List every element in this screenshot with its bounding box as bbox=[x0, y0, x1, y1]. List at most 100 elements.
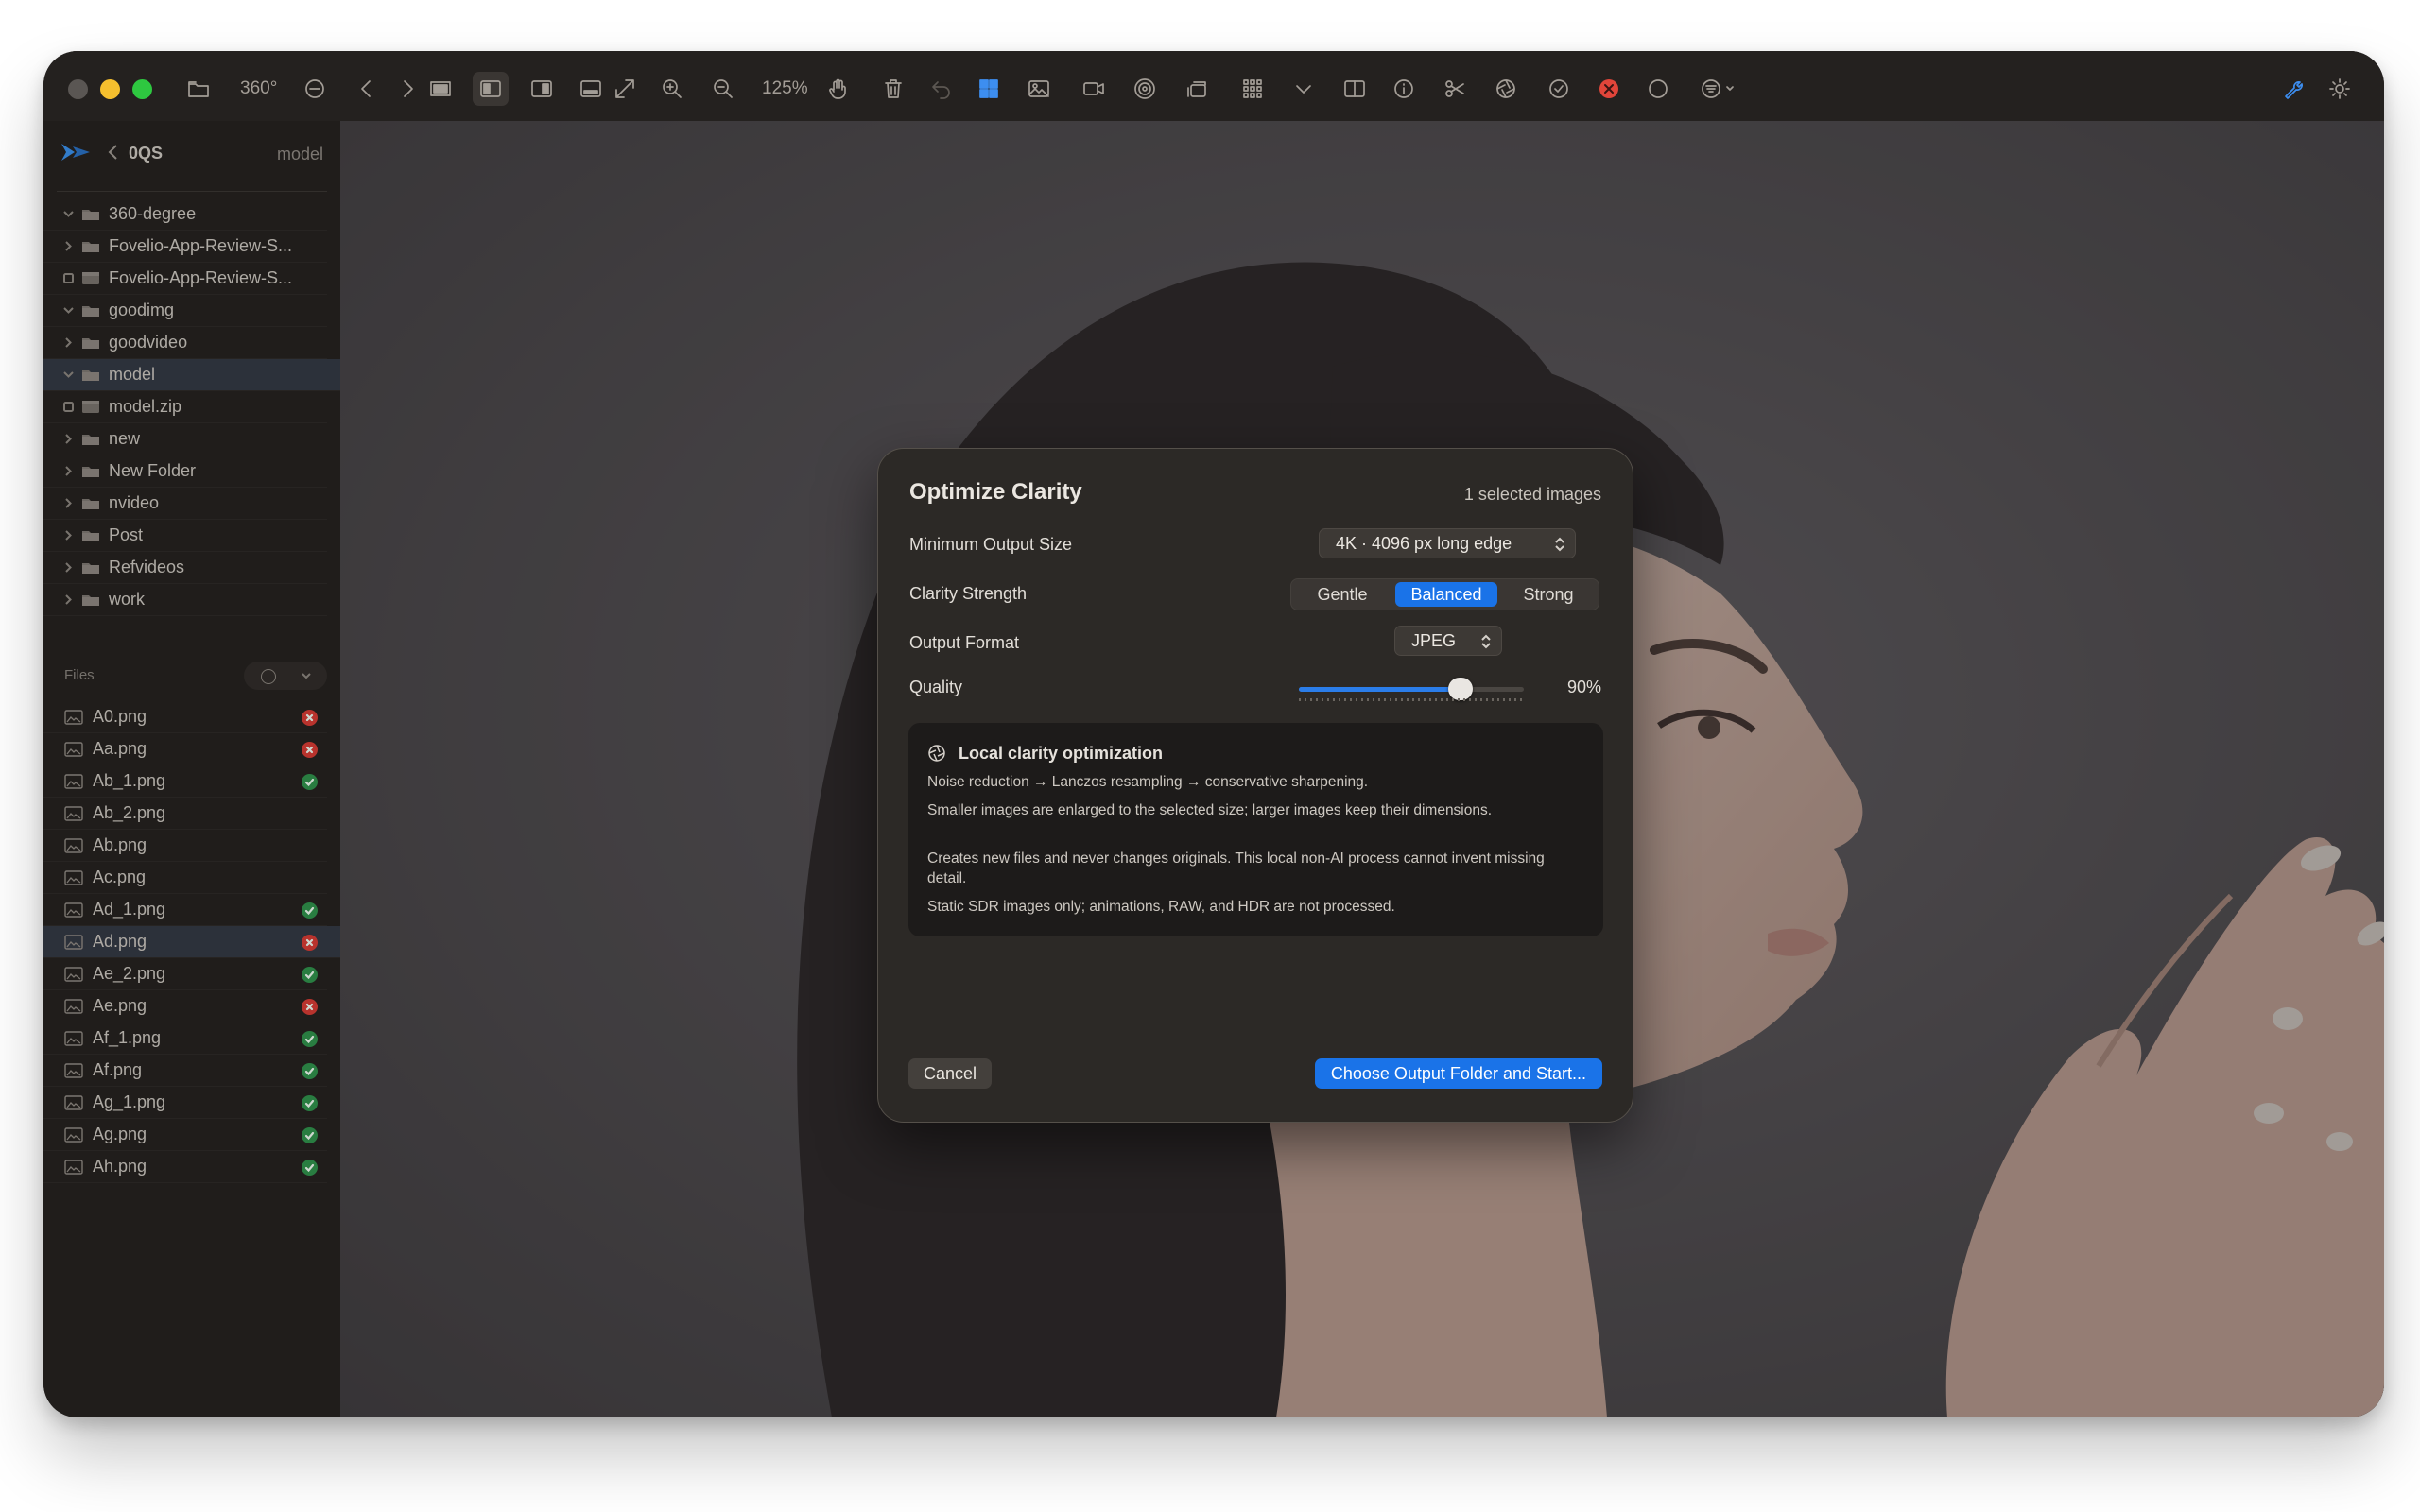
sidebar-item-new-folder[interactable]: New Folder bbox=[43, 455, 327, 488]
sidebar-item-label: nvideo bbox=[109, 493, 160, 512]
fullscreen-icon[interactable] bbox=[607, 72, 643, 106]
scissors-icon[interactable] bbox=[1437, 72, 1473, 106]
image-filter-icon[interactable] bbox=[1021, 72, 1057, 106]
sidebar-item-goodimg[interactable]: goodimg bbox=[43, 295, 327, 327]
apps-grid-icon[interactable] bbox=[1235, 72, 1270, 106]
sidebar-item-post[interactable]: Post bbox=[43, 520, 327, 552]
choose-output-folder-button[interactable]: Choose Output Folder and Start... bbox=[1314, 1058, 1602, 1089]
file-list-item[interactable]: Aa.png bbox=[43, 733, 327, 765]
slider-ticks bbox=[1299, 698, 1524, 701]
filter-menu-icon[interactable] bbox=[1691, 72, 1744, 106]
grid-view-icon[interactable] bbox=[971, 72, 1007, 106]
inspector-toggle-icon[interactable] bbox=[524, 72, 560, 106]
window-close-button[interactable] bbox=[68, 79, 88, 99]
trash-icon[interactable] bbox=[875, 72, 911, 106]
quality-slider[interactable] bbox=[1299, 678, 1524, 700]
output-format-select[interactable]: JPEG bbox=[1394, 626, 1502, 656]
file-list-item[interactable]: Ac.png bbox=[43, 862, 327, 894]
quality-slider-fill bbox=[1299, 687, 1461, 692]
wrench-icon[interactable] bbox=[2275, 72, 2311, 106]
file-list-item[interactable]: Af.png bbox=[43, 1055, 327, 1087]
back-icon[interactable] bbox=[349, 72, 385, 106]
window-zoom-button[interactable] bbox=[132, 79, 152, 99]
chevron-right-icon[interactable] bbox=[62, 434, 74, 445]
aperture-icon[interactable] bbox=[1488, 72, 1524, 106]
file-list-item[interactable]: Ab_1.png bbox=[43, 765, 327, 798]
sidebar-item-new[interactable]: new bbox=[43, 423, 327, 455]
video-filter-icon[interactable] bbox=[1076, 72, 1112, 106]
sidebar-item-goodvideo[interactable]: goodvideo bbox=[43, 327, 327, 359]
folder-icon[interactable] bbox=[181, 72, 216, 106]
file-name: Ab.png bbox=[93, 835, 147, 854]
strength-balanced-button[interactable]: Balanced bbox=[1395, 582, 1497, 607]
file-list-item[interactable]: Ab.png bbox=[43, 830, 327, 862]
compare-icon[interactable] bbox=[1337, 72, 1373, 106]
zoom-in-icon[interactable] bbox=[654, 72, 690, 106]
chevron-right-icon[interactable] bbox=[62, 562, 74, 574]
clarity-strength-segmented: Gentle Balanced Strong bbox=[1290, 578, 1599, 610]
back-chevron-icon[interactable] bbox=[106, 144, 123, 163]
file-list-item[interactable]: Ae_2.png bbox=[43, 958, 327, 990]
file-list-item[interactable]: Ad.png bbox=[43, 926, 340, 958]
view-360-button[interactable]: 360° bbox=[240, 72, 277, 106]
file-list-item[interactable]: Ag_1.png bbox=[43, 1087, 327, 1119]
sidebar-item-label: goodimg bbox=[109, 301, 175, 319]
file-list-item[interactable]: Ad_1.png bbox=[43, 894, 327, 926]
window-minimize-button[interactable] bbox=[100, 79, 120, 99]
file-list-item[interactable]: A0.png bbox=[43, 701, 327, 733]
chevron-down-icon[interactable] bbox=[62, 209, 74, 220]
chevron-down-icon[interactable] bbox=[62, 305, 74, 317]
status-ok-icon bbox=[302, 1031, 318, 1047]
live-photo-icon[interactable] bbox=[1127, 72, 1163, 106]
chevron-right-icon[interactable] bbox=[62, 241, 74, 252]
sidebar-item-work[interactable]: work bbox=[43, 584, 327, 616]
chevron-down-icon[interactable] bbox=[1286, 72, 1322, 106]
sidebar-item-fovelio-app-review-s[interactable]: Fovelio-App-Review-S... bbox=[43, 231, 327, 263]
brightness-icon[interactable] bbox=[2322, 72, 2358, 106]
sidebar-item-model[interactable]: model bbox=[43, 359, 340, 391]
chevron-down-icon[interactable] bbox=[62, 369, 74, 381]
batch-icon[interactable] bbox=[1180, 72, 1216, 106]
chevron-right-icon[interactable] bbox=[62, 498, 74, 509]
sidebar-item-model-zip[interactable]: model.zip bbox=[43, 391, 327, 423]
circle-icon[interactable] bbox=[297, 72, 333, 106]
chevron-right-icon[interactable] bbox=[62, 594, 74, 606]
sidebar-item-360-degree[interactable]: 360-degree bbox=[43, 198, 327, 231]
file-name: Ae.png bbox=[93, 996, 147, 1015]
unflag-icon[interactable] bbox=[1640, 72, 1676, 106]
zoom-out-icon[interactable] bbox=[705, 72, 741, 106]
file-name: Ah.png bbox=[93, 1157, 147, 1176]
filmstrip-toggle-icon[interactable] bbox=[573, 72, 609, 106]
folder-icon bbox=[82, 435, 99, 445]
sidebar-item-nvideo[interactable]: nvideo bbox=[43, 488, 327, 520]
strength-strong-button[interactable]: Strong bbox=[1501, 582, 1596, 607]
files-sort-control[interactable] bbox=[244, 662, 327, 690]
image-file-icon bbox=[64, 741, 83, 757]
undo-icon[interactable] bbox=[924, 72, 959, 106]
file-list-item[interactable]: Ah.png bbox=[43, 1151, 327, 1183]
cancel-button[interactable]: Cancel bbox=[908, 1058, 993, 1089]
reject-icon[interactable] bbox=[1591, 72, 1627, 106]
chevron-right-icon[interactable] bbox=[62, 530, 74, 541]
hand-tool-icon[interactable] bbox=[821, 72, 856, 106]
image-file-icon bbox=[64, 1030, 83, 1046]
forward-icon[interactable] bbox=[389, 72, 425, 106]
sidebar-item-fovelio-app-review-s[interactable]: Fovelio-App-Review-S... bbox=[43, 263, 327, 295]
chevron-right-icon[interactable] bbox=[62, 337, 74, 349]
check-circle-icon[interactable] bbox=[1541, 72, 1577, 106]
status-error-icon bbox=[302, 935, 318, 951]
file-list-item[interactable]: Ab_2.png bbox=[43, 798, 327, 830]
file-list-item[interactable]: Af_1.png bbox=[43, 1022, 327, 1055]
folder-icon bbox=[82, 563, 99, 574]
sidebar-toggle-icon[interactable] bbox=[473, 72, 509, 106]
file-list-item[interactable]: Ae.png bbox=[43, 990, 327, 1022]
file-list-item[interactable]: Ag.png bbox=[43, 1119, 327, 1151]
quality-slider-knob[interactable] bbox=[1448, 678, 1474, 700]
info-icon[interactable] bbox=[1386, 72, 1422, 106]
status-ok-icon bbox=[302, 774, 318, 790]
chevron-right-icon[interactable] bbox=[62, 466, 74, 477]
strength-gentle-button[interactable]: Gentle bbox=[1295, 582, 1390, 607]
single-view-icon[interactable] bbox=[423, 72, 458, 106]
sidebar-item-refvideos[interactable]: Refvideos bbox=[43, 552, 327, 584]
min-output-size-select[interactable]: 4K · 4096 px long edge bbox=[1319, 528, 1576, 558]
